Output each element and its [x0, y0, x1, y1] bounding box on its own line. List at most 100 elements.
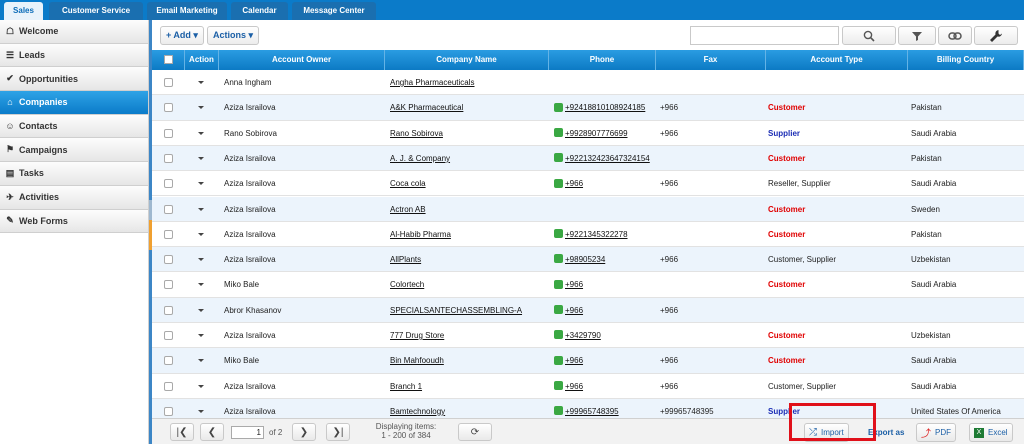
company-name-link[interactable]: Al-Habib Pharma [390, 222, 546, 247]
row-checkbox[interactable] [164, 280, 173, 290]
sidebar-item-contacts[interactable]: ☺ Contacts [0, 114, 148, 139]
column-header-action[interactable]: Action [185, 50, 219, 70]
company-name-link[interactable]: A. J. & Company [390, 146, 546, 171]
company-name-link[interactable]: Bamtechnology [390, 399, 546, 418]
phone-cell[interactable]: +3429790 [554, 323, 654, 348]
row-checkbox[interactable] [164, 103, 173, 113]
table-row[interactable]: Aziza Israilova Actron AB Customer Sweden [152, 196, 1024, 222]
phone-link[interactable]: +966 [565, 356, 583, 365]
company-name-link[interactable]: Angha Pharmaceuticals [390, 70, 546, 95]
phone-cell[interactable]: +98905234 [554, 247, 654, 272]
table-row[interactable]: Aziza Israilova AllPlants +98905234 +966 Cus… [152, 247, 1024, 273]
phone-link[interactable]: +98905234 [565, 255, 605, 264]
table-row[interactable]: Aziza Israilova Branch 1 +966 +966 Customer,… [152, 374, 1024, 399]
table-row[interactable]: Aziza Israilova A. J. & Company +922132423… [152, 145, 1024, 172]
company-name-link[interactable]: A&K Pharmaceutical [390, 95, 546, 120]
sidebar-item-web-forms[interactable]: ✎ Web Forms [0, 209, 148, 234]
table-row[interactable]: Aziza Israilova Al-Habib Pharma +922134532… [152, 222, 1024, 248]
table-row[interactable]: Aziza Israilova 777 Drug Store +3429790 Cus… [152, 323, 1024, 349]
phone-cell[interactable]: +966 [554, 298, 654, 323]
table-row[interactable]: Aziza Israilova Bamtechnology +99965748395… [152, 398, 1024, 418]
phone-cell[interactable]: +966 [554, 272, 654, 297]
phone-link[interactable]: +9928907776699 [565, 129, 628, 138]
phone-link[interactable]: +966 [565, 280, 583, 289]
chevron-down-icon[interactable] [198, 106, 204, 110]
export-pdf-button[interactable]: ⤴ PDF [916, 423, 956, 442]
row-checkbox[interactable] [164, 179, 173, 189]
prev-page-button[interactable]: ❮ [200, 423, 224, 441]
row-checkbox[interactable] [164, 305, 173, 315]
sidebar-item-companies[interactable]: ⌂ Companies [0, 91, 148, 115]
filter-button[interactable] [898, 26, 936, 45]
column-header-account-type[interactable]: Account Type [766, 50, 908, 70]
row-checkbox[interactable] [164, 128, 173, 138]
phone-link[interactable]: +99965748395 [565, 407, 619, 416]
chevron-down-icon[interactable] [198, 283, 204, 287]
chevron-down-icon[interactable] [198, 182, 204, 186]
phone-cell[interactable]: +966 [554, 348, 654, 373]
chevron-down-icon[interactable] [198, 409, 204, 413]
first-page-button[interactable]: |❮ [170, 423, 194, 441]
column-header-account-owner[interactable]: Account Owner [219, 50, 385, 70]
company-name-link[interactable]: 777 Drug Store [390, 323, 546, 348]
column-header-phone[interactable]: Phone [549, 50, 656, 70]
chevron-down-icon[interactable] [198, 232, 204, 236]
table-row[interactable]: Miko Bale Bin Mahfooudh +966 +966 Customer Sa… [152, 348, 1024, 374]
sidebar-item-activities[interactable]: ✈ Activities [0, 185, 148, 210]
phone-cell[interactable]: +92418810108924185 [554, 95, 654, 120]
table-row[interactable]: Miko Bale Colortech +966 Customer Saudi Arab… [152, 272, 1024, 298]
phone-link[interactable]: +3429790 [565, 331, 601, 340]
chevron-down-icon[interactable] [198, 308, 204, 312]
row-checkbox[interactable] [164, 78, 173, 87]
chevron-down-icon[interactable] [198, 334, 204, 337]
tab-customer-service[interactable]: Customer Service [49, 2, 143, 20]
company-name-link[interactable]: Coca cola [390, 171, 546, 196]
company-name-link[interactable]: Colortech [390, 272, 546, 297]
phone-cell[interactable]: +922132423647324154 [554, 146, 654, 171]
column-header-billing-country[interactable]: Billing Country [908, 50, 1024, 70]
settings-button[interactable] [974, 26, 1018, 45]
row-checkbox[interactable] [164, 331, 173, 340]
search-button[interactable] [842, 26, 896, 45]
table-row[interactable]: Rano Sobirova Rano Sobirova +9928907776699… [152, 121, 1024, 146]
sidebar-item-welcome[interactable]: ☖ Welcome [0, 20, 148, 44]
refresh-button[interactable]: ⟳ [458, 423, 492, 441]
chevron-down-icon[interactable] [198, 131, 204, 135]
tab-message-center[interactable]: Message Center [292, 2, 376, 20]
phone-cell[interactable]: +9928907776699 [554, 121, 654, 146]
table-row[interactable]: Aziza Israilova A&K Pharmaceutical +924188… [152, 95, 1024, 121]
chevron-down-icon[interactable] [198, 156, 204, 160]
select-all-checkbox[interactable] [163, 55, 173, 65]
company-name-link[interactable]: Branch 1 [390, 374, 546, 399]
row-checkbox[interactable] [164, 406, 173, 416]
export-excel-button[interactable]: X Excel [969, 423, 1013, 442]
chevron-down-icon[interactable] [198, 207, 204, 211]
phone-link[interactable]: +966 [565, 179, 583, 188]
last-page-button[interactable]: ❯| [326, 423, 350, 441]
company-name-link[interactable]: Actron AB [390, 197, 546, 222]
row-checkbox[interactable] [164, 153, 173, 163]
phone-link[interactable]: +966 [565, 306, 583, 315]
phone-link[interactable]: +92418810108924185 [565, 103, 645, 112]
phone-cell[interactable]: +99965748395 [554, 399, 654, 418]
company-name-link[interactable]: SPECIALSANTECHASSEMBLING-A [390, 298, 546, 323]
sidebar-item-leads[interactable]: ☰ Leads [0, 43, 148, 68]
phone-link[interactable]: +9221345322278 [565, 230, 628, 239]
phone-link[interactable]: +966 [565, 382, 583, 391]
chevron-down-icon[interactable] [198, 258, 204, 262]
sidebar-item-tasks[interactable]: ▤ Tasks [0, 162, 148, 186]
phone-link[interactable]: +922132423647324154 [565, 154, 650, 163]
search-input[interactable] [690, 26, 839, 45]
chevron-down-icon[interactable] [198, 384, 204, 388]
table-row[interactable]: Anna Ingham Angha Pharmaceuticals [152, 70, 1024, 96]
row-checkbox[interactable] [164, 204, 173, 214]
tab-sales[interactable]: Sales [4, 2, 43, 20]
chevron-down-icon[interactable] [198, 359, 204, 363]
phone-cell[interactable]: +966 [554, 374, 654, 399]
company-name-link[interactable]: AllPlants [390, 247, 546, 272]
phone-cell[interactable]: +966 [554, 171, 654, 196]
row-checkbox[interactable] [164, 229, 173, 239]
company-name-link[interactable]: Rano Sobirova [390, 121, 546, 146]
next-page-button[interactable]: ❯ [292, 423, 316, 441]
page-number-input[interactable]: 1 [231, 426, 264, 439]
